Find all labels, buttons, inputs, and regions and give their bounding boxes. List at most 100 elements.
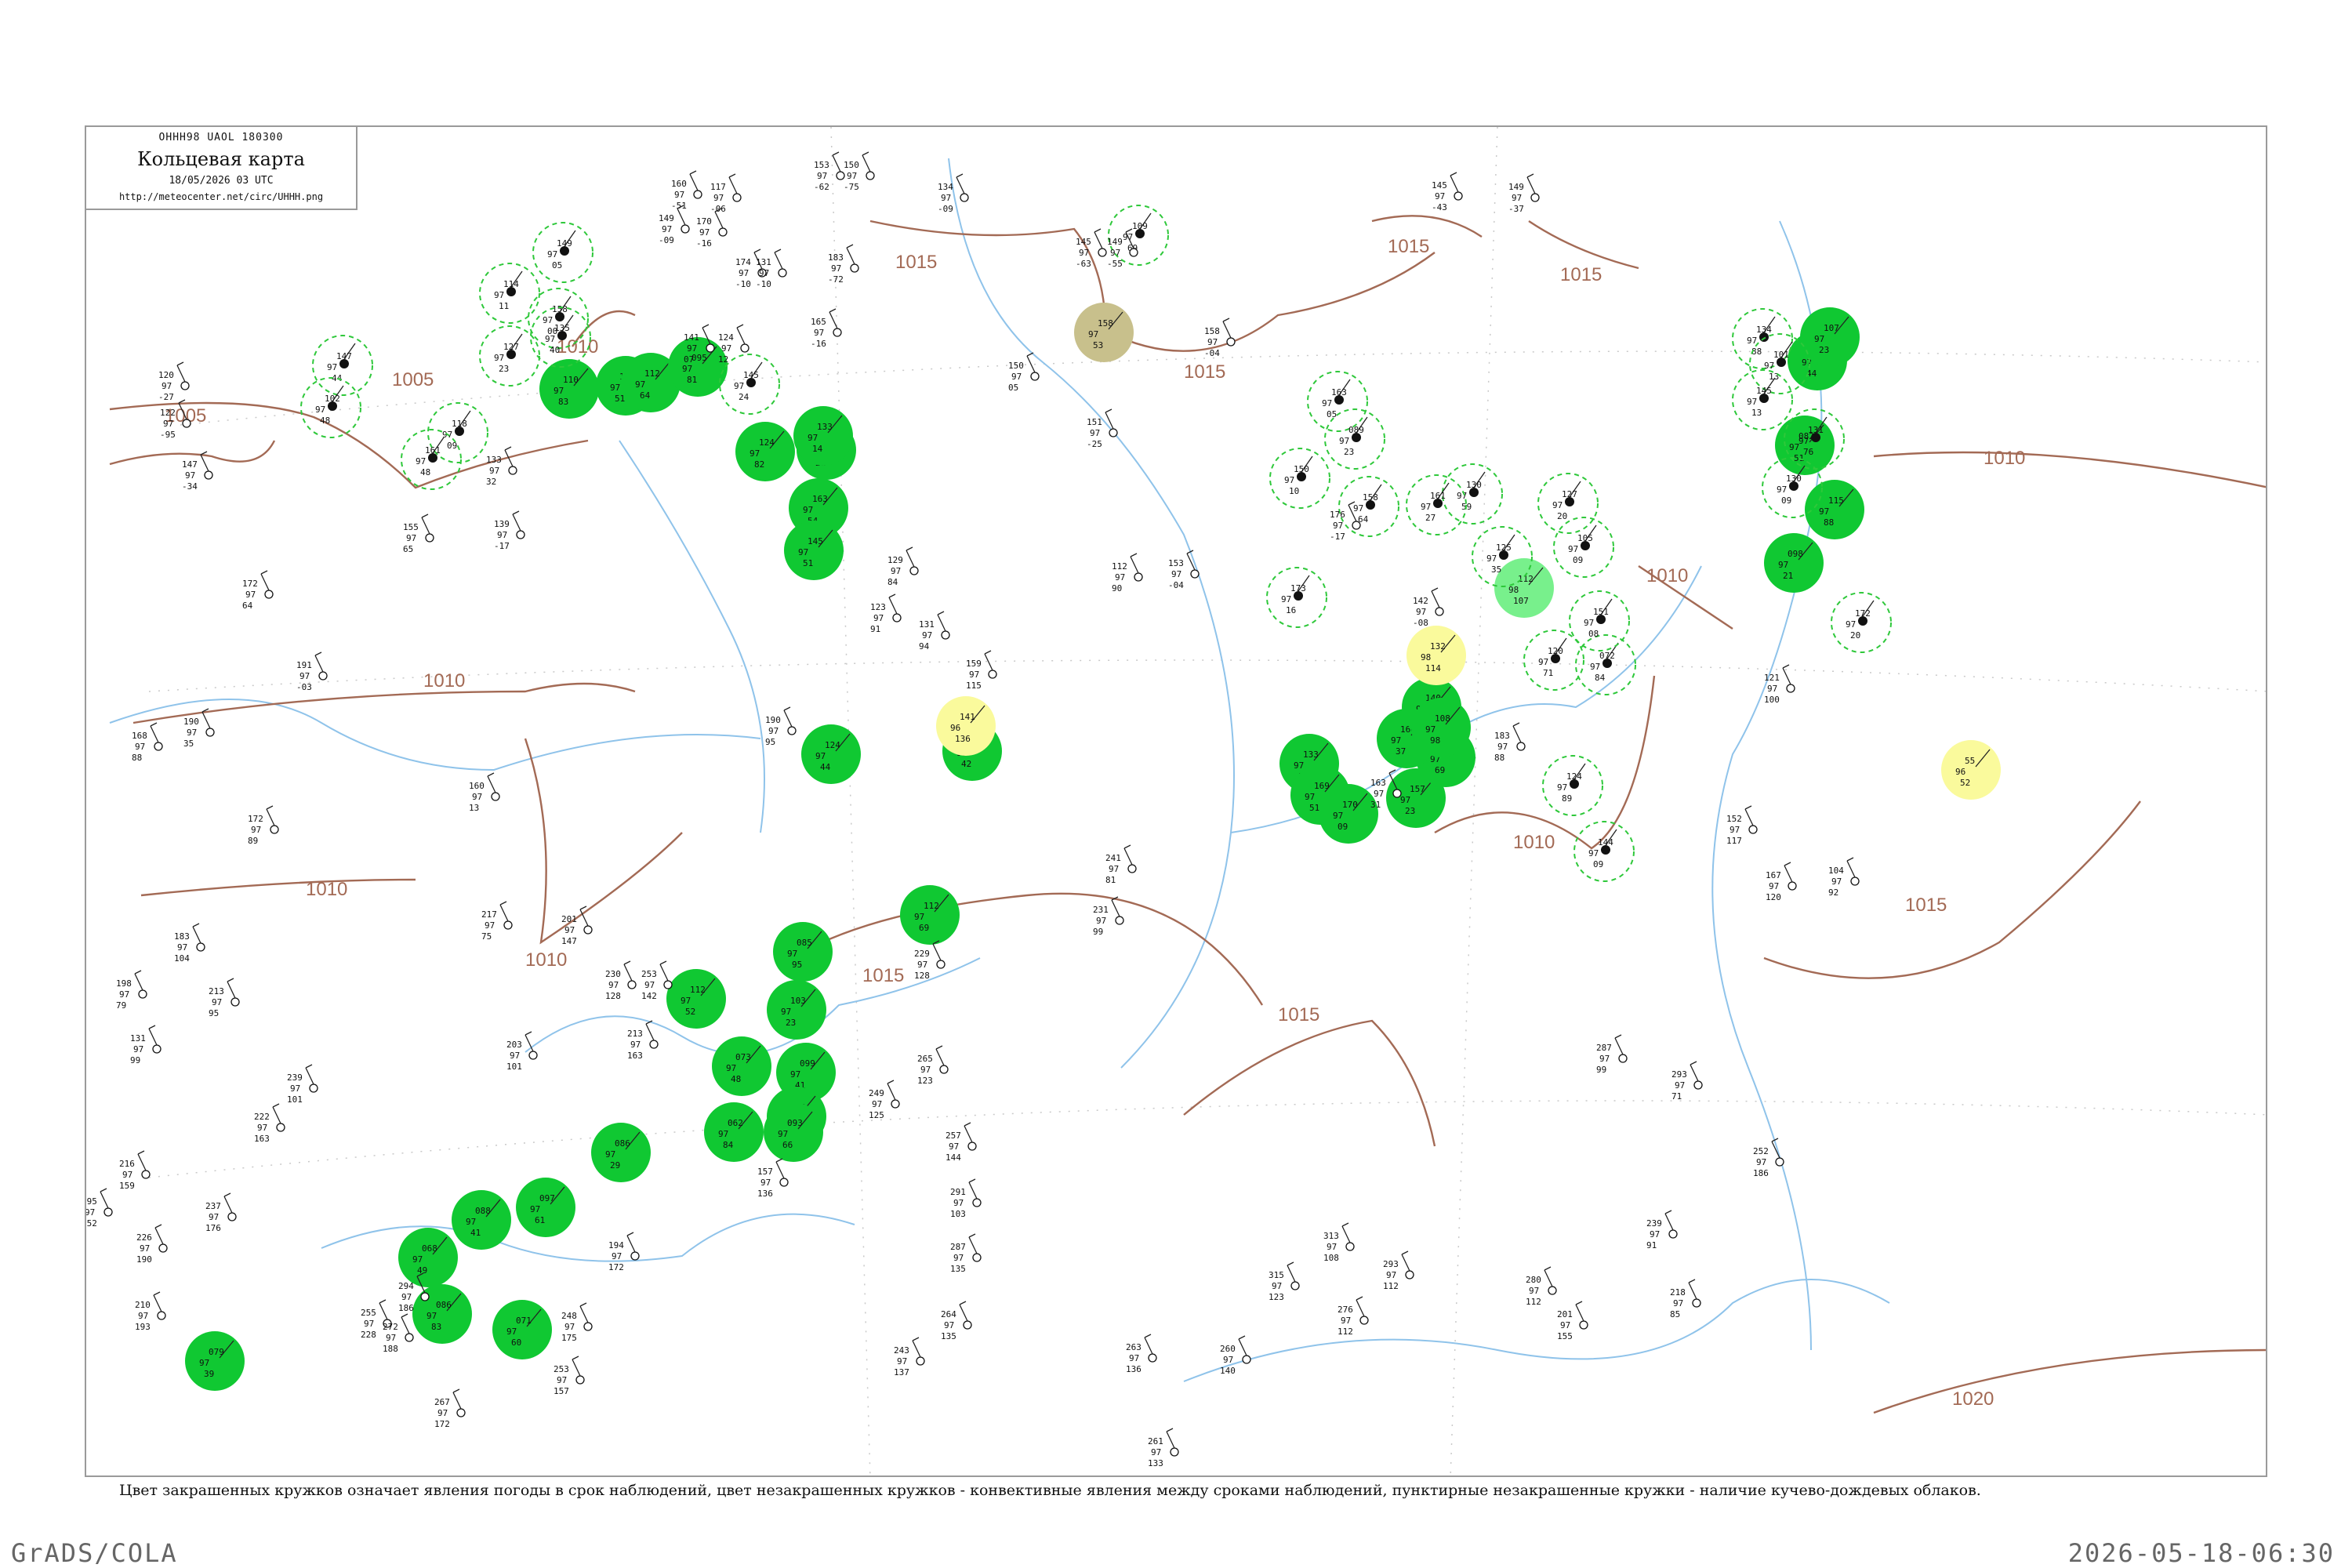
station-value: 218 [1670,1287,1686,1298]
wind-barb [862,154,871,172]
station-plot: 15397-04 [1168,550,1200,590]
station-value: 186 [1753,1168,1769,1178]
station-value: 53 [1093,340,1103,350]
wind-barb-feather [783,706,791,711]
station-value: 97 [1223,1355,1233,1365]
station-value: 97 [815,751,826,761]
station-plot: 13197-10 [756,249,787,289]
station-value: 23 [499,364,509,374]
wind-barb [736,327,746,345]
station-value: 149 [659,213,674,223]
station-value: 103 [950,1209,966,1219]
station-value: 23 [786,1018,796,1028]
station-value: 97 [1435,191,1445,201]
title-box: ОННН98 UAOL 180300 Кольцевая карта 18/05… [85,125,358,210]
station-marker [180,381,190,390]
station-value: 24 [739,392,750,402]
station-value: 135 [554,323,570,333]
station-marker [1775,1157,1784,1167]
station-marker [508,466,517,475]
station-value: 97 [406,533,416,543]
station-weather-circle: 0739748 [712,1036,771,1096]
station-value: 97 [1333,811,1343,821]
weather-circle [666,969,726,1029]
station-value: 201 [561,914,577,924]
station-value: -37 [1508,204,1524,214]
wind-barb [1450,175,1459,193]
station-value: 51 [803,558,813,568]
station-plot: 14597-63 [1076,228,1107,269]
station-weather-circle: 0869729 [591,1123,651,1182]
station-value: 108 [1323,1253,1339,1263]
wind-barb [1690,1064,1699,1082]
wind-barb-feather [659,960,667,965]
station-value: 272 [383,1322,398,1332]
station-value: 191 [296,660,312,670]
station-value: 97 [1374,789,1384,799]
station-value: 61 [535,1215,545,1225]
station-marker [1134,572,1143,582]
station-value: 123 [917,1076,933,1086]
station-marker [972,1198,982,1207]
station-value: 140 [1220,1366,1236,1376]
wind-barb [1512,725,1522,743]
station-value: 97 [506,1327,517,1337]
station-value: 151 [1087,417,1102,427]
station-value: 131 [130,1033,146,1044]
isobar-line [524,738,683,945]
station-value: -55 [1107,259,1123,269]
station-value: 159 [966,659,982,669]
station-value: 280 [1526,1275,1541,1285]
station-value: 97 [831,263,841,274]
station-marker [157,1311,166,1320]
station-value: 97 [1777,485,1787,495]
station-plot: 1609713 [469,772,500,813]
wind-barb-feather [314,652,322,656]
station-value: 97 [466,1217,476,1227]
station-marker [939,1065,949,1074]
map-canvas: 1005100510101010101010101015101510151015… [86,127,2266,1475]
station-weather-circle: 0869783 [412,1284,472,1344]
station-plot: 14297-08 [1413,587,1444,628]
weather-circle [784,521,844,580]
wind-barb-feather [846,244,854,249]
station-marker [663,980,673,989]
weather-circle [1406,626,1466,685]
station-marker [1098,248,1107,257]
station-value: 09 [1593,859,1603,869]
station-value: 23 [1405,806,1415,816]
station-plot: 18397-72 [828,244,859,285]
wind-barb-feather [1575,1301,1583,1305]
station-value: 97 [768,726,779,736]
station-value: 276 [1338,1305,1353,1315]
station-value: 94 [919,641,930,652]
wind-barb [968,1236,978,1254]
weather-circle [735,422,795,481]
wind-barb-feather [1744,805,1752,810]
station-plot: 14597-43 [1432,172,1463,212]
station-value: 241 [1105,853,1121,863]
wind-barb-feather [148,1025,156,1029]
station-value: 120 [1766,892,1781,902]
station-value: 130 [1466,480,1482,490]
wind-barb [1784,865,1793,883]
station-value: 231 [1093,905,1109,915]
wind-barb-feather [1123,844,1131,849]
wind-barb-feather [227,978,234,982]
station-value: 84 [723,1140,734,1150]
weather-circle [936,696,996,756]
wind-barb [728,176,738,194]
station-value: 91 [1646,1240,1657,1250]
station-value: 142 [641,991,657,1001]
station-value: 315 [1269,1270,1284,1280]
station-value: 97 [1814,334,1824,344]
station-weather-circle: 1459751 [784,521,844,580]
station-value: 95 [209,1008,219,1018]
station-marker [528,1051,538,1060]
wind-barb [266,808,275,826]
wind-barb [314,655,324,673]
station-marker [1786,684,1795,693]
station-value: 97 [1819,506,1829,517]
station-convective-ring: 1619727 [1406,474,1467,535]
wind-barb [935,1048,945,1066]
